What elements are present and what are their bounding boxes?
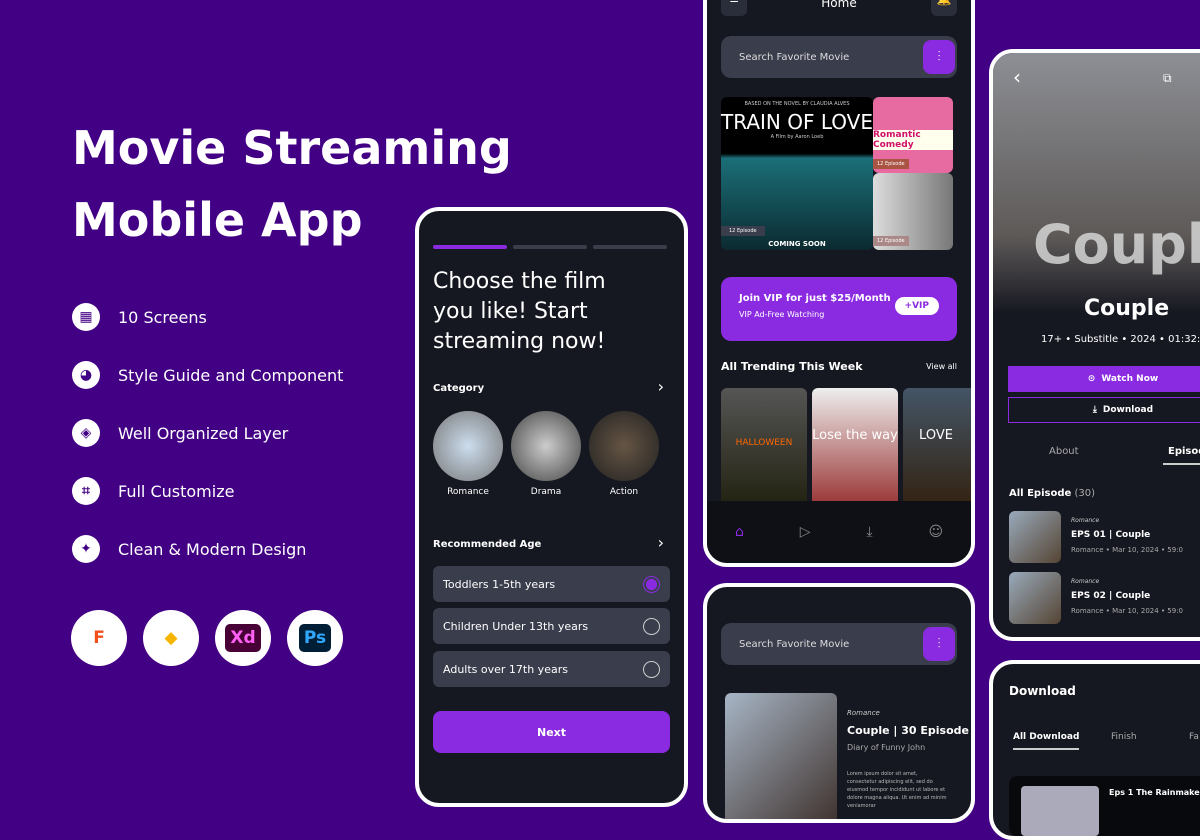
tab-about[interactable]: About — [1049, 446, 1079, 457]
search-input[interactable]: Search Favorite Movie ⫶ — [721, 36, 957, 78]
detail-screen: Couple ‹ ⧉ Couple 17+ • Substitle • 2024… — [989, 49, 1200, 641]
feature-label: Well Organized Layer — [118, 423, 289, 443]
trending-label: All Trending This Week — [721, 360, 863, 373]
trending-poster[interactable]: HALLOWEEN — [721, 388, 807, 506]
tab-finish[interactable]: Finish — [1111, 732, 1137, 742]
back-icon[interactable]: ‹ — [1013, 65, 1021, 89]
xd-icon: Xd — [215, 610, 271, 666]
download-title: Download — [1009, 684, 1076, 698]
figma-icon: F — [71, 610, 127, 666]
chevron-right-icon[interactable]: › — [658, 533, 664, 552]
bottom-nav: ⌂ ▷ ⤓ ☺ — [707, 501, 971, 563]
episode-item[interactable]: Romance EPS 02 | Couple Romance • Mar 10, … — [1009, 572, 1183, 624]
movie-poster[interactable] — [725, 693, 837, 819]
tab-all-download[interactable]: All Download — [1013, 732, 1080, 750]
sparkle-icon: ✦ — [72, 535, 100, 563]
movie-title: Couple — [1084, 296, 1170, 321]
filter-icon[interactable]: ⫶ — [923, 40, 955, 74]
feature-label: Clean & Modern Design — [118, 539, 307, 559]
cast-icon[interactable]: ⧉ — [1163, 71, 1172, 86]
movie-description: Lorem ipsum dolor sit amet, consectetur … — [847, 771, 947, 809]
age-label: Recommended Age — [433, 539, 542, 550]
movie-subtitle: Diary of Funny John — [847, 743, 926, 752]
play-icon[interactable]: ▷ — [800, 524, 811, 540]
feature-screens: ▦ 10 Screens — [72, 303, 207, 331]
onboarding-heading: Choose the film you like! Start streamin… — [433, 269, 606, 354]
radio[interactable] — [643, 660, 660, 678]
radio[interactable] — [643, 617, 660, 635]
age-option-toddlers[interactable]: Toddlers 1-5th years — [433, 566, 670, 602]
featured-banner[interactable]: BASED ON THE NOVEL BY CLAUDIA ALVES TRAI… — [721, 97, 873, 250]
trending-poster[interactable]: LOVE — [903, 388, 971, 506]
age-option-adults[interactable]: Adults over 17th years — [433, 651, 670, 687]
play-circle-icon: ⊙ — [1087, 374, 1096, 384]
vip-button[interactable]: +VIP — [894, 297, 939, 315]
episode-item[interactable]: Romance EPS 01 | Couple Romance • Mar 10, … — [1009, 511, 1183, 563]
progress-step — [513, 245, 587, 249]
next-button[interactable]: Next — [433, 711, 670, 753]
feature-style-guide: ◕ Style Guide and Component — [72, 361, 343, 389]
radio-selected[interactable] — [643, 575, 660, 593]
progress-step-active — [433, 245, 507, 249]
feature-label: 10 Screens — [118, 307, 207, 327]
poster-romantic-comedy[interactable]: Romantic Comedy 12 Episode — [873, 97, 953, 173]
palette-icon: ◕ — [72, 361, 100, 389]
feature-design: ✦ Clean & Modern Design — [72, 535, 306, 563]
category-romance[interactable]: Romance — [433, 411, 503, 497]
watch-now-button[interactable]: ⊙ Watch Now — [1008, 366, 1200, 392]
grid-icon: ▦ — [72, 303, 100, 331]
tab-failed[interactable]: Fa — [1189, 732, 1199, 742]
feature-label: Style Guide and Component — [118, 365, 344, 385]
view-all-link[interactable]: View all — [926, 362, 957, 371]
download-icon[interactable]: ⤓ — [866, 524, 872, 540]
poster-mime[interactable]: 12 Episode — [873, 173, 953, 250]
download-button[interactable]: ⤓ Download — [1008, 397, 1200, 423]
download-item[interactable]: Eps 1 The Rainmaker — [1009, 776, 1200, 836]
trending-poster[interactable]: Lose the way — [812, 388, 898, 506]
search-screen: Search Favorite Movie ⫶ Romance Couple | … — [703, 583, 975, 823]
feature-label: Full Customize — [118, 481, 235, 501]
category-drama[interactable]: Drama — [511, 411, 581, 497]
download-screen: Download All Download Finish Fa Eps 1 Th… — [989, 660, 1200, 840]
progress-step — [593, 245, 667, 249]
tab-episode[interactable]: Episode — [1163, 446, 1200, 465]
bell-icon[interactable]: 🔔 — [931, 0, 957, 16]
onboarding-screen: Choose the film you like! Start streamin… — [415, 207, 688, 807]
all-episode-label: All Episode (30) — [1009, 488, 1095, 499]
crop-icon: ⌗ — [72, 477, 100, 505]
sketch-icon: ◆ — [143, 610, 199, 666]
movie-genre: Romance — [847, 709, 880, 717]
vip-banner[interactable]: Join VIP for just $25/Month VIP Ad-Free … — [721, 277, 957, 341]
home-screen: ≡ Home 🔔 Search Favorite Movie⫶ BASED ON… — [703, 0, 975, 567]
category-label: Category — [433, 383, 485, 394]
download-icon: ⤓ — [1092, 405, 1097, 415]
category-action[interactable]: Action — [589, 411, 659, 497]
feature-layers: ◈ Well Organized Layer — [72, 419, 288, 447]
hero-logo: Couple — [1033, 213, 1200, 276]
movie-meta: 17+ • Substitle • 2024 • 01:32: — [1041, 334, 1200, 345]
photoshop-icon: Ps — [287, 610, 343, 666]
feature-customize: ⌗ Full Customize — [72, 477, 234, 505]
search-input[interactable]: Search Favorite Movie ⫶ — [721, 623, 957, 665]
home-icon[interactable]: ⌂ — [735, 524, 744, 540]
age-option-children[interactable]: Children Under 13th years — [433, 608, 670, 644]
movie-title: Couple | 30 Episode — [847, 724, 969, 737]
chevron-right-icon[interactable]: › — [658, 377, 664, 396]
profile-icon[interactable]: ☺ — [928, 524, 943, 540]
layers-icon: ◈ — [72, 419, 100, 447]
filter-icon[interactable]: ⫶ — [923, 627, 955, 661]
